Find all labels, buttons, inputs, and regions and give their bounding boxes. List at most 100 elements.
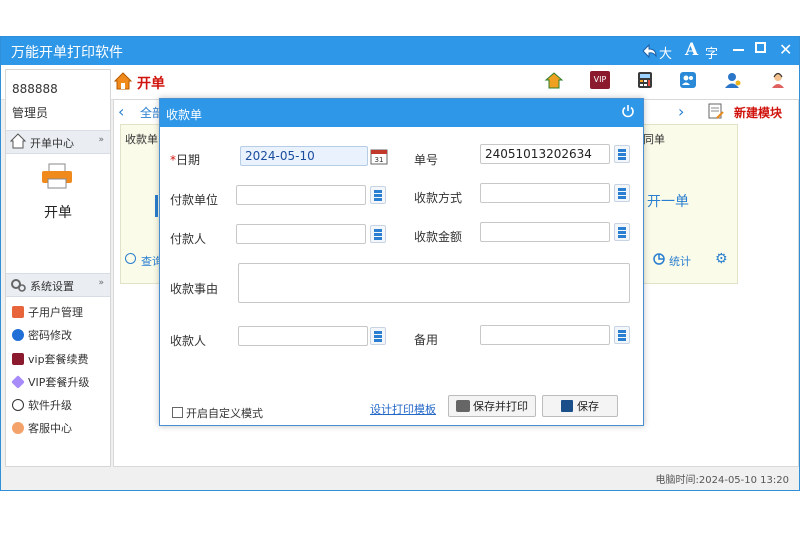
payment-method-label: 收款方式 (414, 191, 463, 205)
custom-mode-toggle[interactable]: 开启自定义模式 (172, 405, 263, 421)
card-action-label[interactable]: 开一单 (647, 191, 689, 211)
remark-label: 备用 (414, 333, 439, 347)
list-icon[interactable] (370, 327, 386, 345)
gear-icon[interactable]: ⚙ (715, 251, 728, 267)
font-char-label[interactable]: 字 (705, 43, 718, 62)
dialog-header: 收款单 (160, 99, 643, 127)
home-icon[interactable] (113, 71, 133, 94)
open-order-label: 开单 (44, 205, 72, 221)
date-label: *日期 (170, 153, 201, 167)
pc-time: 电脑时间:2024-05-10 13:20 (655, 475, 789, 486)
pie-chart-icon (653, 253, 665, 268)
sidebar-item-label: VIP套餐升级 (28, 376, 90, 389)
sidebar-item-label: 软件升级 (28, 399, 72, 412)
users-icon[interactable] (679, 71, 699, 89)
sidebar-item-label: 密码修改 (28, 329, 72, 342)
custom-mode-label: 开启自定义模式 (186, 407, 263, 420)
user-key-icon[interactable] (724, 71, 744, 89)
receipt-dialog: 收款单 *日期 31 单号 付款单位 收款方式 付款人 收款金额 收款事由 收款… (159, 98, 644, 426)
list-icon[interactable] (614, 145, 630, 163)
new-module-icon[interactable] (708, 103, 724, 122)
list-icon[interactable] (614, 326, 630, 344)
open-order-button[interactable]: 开单 (6, 154, 110, 224)
payee-label: 收款人 (170, 334, 207, 348)
close-button[interactable]: ✕ (779, 40, 792, 59)
list-icon[interactable] (370, 186, 386, 204)
date-input[interactable] (240, 146, 368, 166)
service-icon (12, 422, 24, 434)
list-icon[interactable] (614, 223, 630, 241)
help-icon (12, 329, 24, 341)
list-icon[interactable] (370, 225, 386, 243)
sidebar-item-vip-renew[interactable]: vip套餐续费 (12, 351, 89, 367)
remark-input[interactable] (480, 325, 610, 345)
payer-unit-label: 付款单位 (170, 193, 219, 207)
status-bar: 电脑时间:2024-05-10 13:20 (113, 467, 797, 487)
account-id: 888888 (12, 82, 58, 96)
maximize-button[interactable] (755, 42, 766, 53)
svg-text:31: 31 (375, 156, 384, 164)
sidebar-item-software-upgrade[interactable]: 软件升级 (12, 397, 72, 413)
amount-label: 收款金额 (414, 230, 463, 244)
font-size-icon[interactable]: A (685, 40, 698, 60)
vip-icon (12, 353, 24, 365)
save-print-button[interactable]: 保存并打印 (448, 395, 536, 417)
sidebar-item-customer-service[interactable]: 客服中心 (12, 420, 72, 436)
new-module-button[interactable]: 新建模块 (734, 104, 782, 121)
home-icon (9, 133, 27, 152)
order-no-input[interactable] (480, 144, 610, 164)
scroll-right-icon[interactable]: › (678, 102, 684, 121)
printer-icon (456, 400, 470, 412)
upgrade-icon (12, 399, 24, 411)
card-action-edge (155, 195, 158, 217)
sidebar-item-vip-upgrade[interactable]: VIP套餐升级 (11, 374, 90, 390)
save-button[interactable]: 保存 (542, 395, 618, 417)
save-icon (561, 400, 573, 412)
calendar-icon[interactable]: 31 (370, 147, 388, 168)
calculator-icon[interactable] (636, 71, 656, 89)
account-role: 管理员 (12, 106, 49, 120)
toolbar: 开单 VIP (1, 65, 799, 100)
home-tool-icon[interactable] (544, 71, 564, 89)
payer-unit-input[interactable] (236, 185, 366, 205)
section-order-center[interactable]: 开单中心 » (6, 130, 110, 154)
printer-icon (40, 162, 74, 193)
sidebar-item-label: 子用户管理 (28, 306, 83, 319)
collapse-icon: » (98, 278, 104, 288)
sidebar-item-subusers[interactable]: 子用户管理 (12, 304, 83, 320)
undo-icon[interactable] (639, 41, 659, 65)
gears-icon (10, 277, 26, 296)
sidebar-item-label: vip套餐续费 (28, 353, 89, 366)
card-title: 收款单 (125, 133, 158, 146)
save-print-label: 保存并打印 (473, 401, 528, 413)
card-stats-label[interactable]: 统计 (669, 253, 691, 269)
section-order-center-label: 开单中心 (30, 137, 74, 150)
payment-method-input[interactable] (480, 183, 610, 203)
card-title: 同单 (643, 133, 665, 146)
module-card-contract[interactable]: 同单 开一单 统计 ⚙ (636, 124, 738, 284)
minimize-button[interactable] (733, 49, 744, 51)
reason-textarea[interactable] (238, 263, 630, 303)
amount-input[interactable] (480, 222, 610, 242)
section-system-settings-label: 系统设置 (30, 280, 74, 293)
sidebar: 888888 管理员 开单中心 » 开单 系统设置 » 子用户管理 密码修改 v… (5, 69, 111, 467)
subuser-icon (12, 306, 24, 318)
power-icon[interactable] (621, 104, 635, 121)
search-icon (125, 253, 136, 264)
vip-icon[interactable]: VIP (590, 71, 610, 89)
list-icon[interactable] (614, 184, 630, 202)
reason-label: 收款事由 (170, 282, 219, 296)
scroll-left-icon[interactable]: ‹ (118, 102, 124, 121)
page-title: 开单 (137, 76, 165, 92)
diamond-icon (11, 375, 25, 389)
payer-input[interactable] (236, 224, 366, 244)
payee-input[interactable] (238, 326, 368, 346)
service-icon[interactable] (769, 71, 789, 89)
sidebar-item-password[interactable]: 密码修改 (12, 327, 72, 343)
font-large-label[interactable]: 大 (659, 43, 672, 62)
collapse-icon: » (98, 135, 104, 145)
section-system-settings[interactable]: 系统设置 » (6, 273, 110, 297)
custom-mode-checkbox[interactable] (172, 407, 183, 418)
design-template-link[interactable]: 设计打印模板 (370, 401, 436, 417)
payer-label: 付款人 (170, 232, 207, 246)
